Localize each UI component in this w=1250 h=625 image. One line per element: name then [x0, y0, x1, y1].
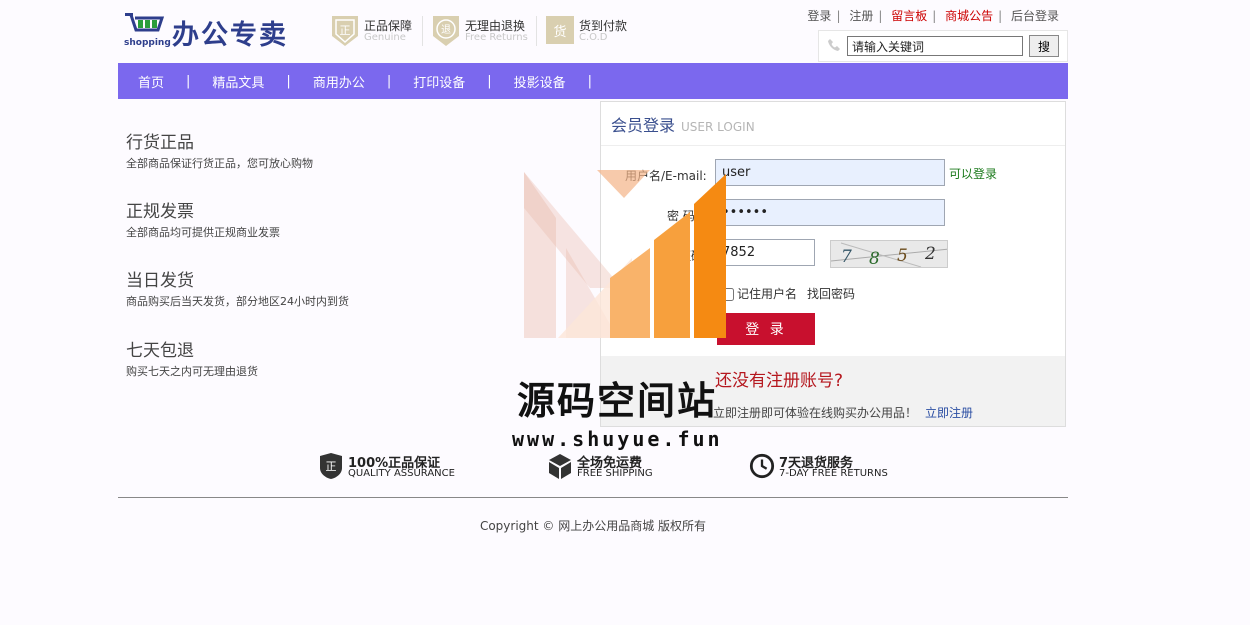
captcha-field[interactable] [715, 239, 815, 266]
svg-text:正: 正 [340, 24, 351, 37]
phone-icon [828, 39, 840, 51]
feature-invoice: 正规发票 全部商品均可提供正规商业发票 [126, 197, 280, 240]
box-icon [549, 454, 571, 479]
site-logo[interactable]: shopping 办公专卖 [122, 10, 302, 51]
service-subtitle: FREE SHIPPING [577, 468, 653, 479]
register-now-link[interactable]: 立即注册 [925, 406, 973, 420]
username-label: 用户名/E-mail: [625, 169, 707, 183]
search-button[interactable]: 搜 [1029, 35, 1059, 57]
separator: | [878, 9, 883, 23]
nav-separator: | [487, 73, 492, 89]
watermark-text: 源码空间站 [517, 379, 718, 423]
feature-returns: 七天包退 购买七天之内可无理由退货 [126, 336, 258, 379]
svg-text:货: 货 [553, 24, 566, 40]
feature-desc: 购买七天之内可无理由退货 [126, 365, 258, 378]
svg-text:正: 正 [326, 460, 337, 473]
svg-text:5: 5 [897, 246, 908, 266]
feature-desc: 全部商品保证行货正品，您可放心购物 [126, 157, 313, 170]
nav-separator: | [186, 73, 191, 89]
register-desc-text: 立即注册即可体验在线购买办公用品！ [713, 406, 918, 420]
feature-title: 行货正品 [126, 133, 194, 153]
login-title-en: USER LOGIN [681, 120, 755, 134]
admin-login-link[interactable]: 后台登录 [1011, 9, 1059, 23]
watermark-url: www.shuyue.fun [512, 427, 723, 451]
message-board-link[interactable]: 留言板 [891, 9, 927, 23]
search-input[interactable] [847, 36, 1023, 56]
remember-label: 记住用户名 [737, 287, 798, 301]
password-field[interactable] [715, 199, 945, 226]
footer-divider [118, 497, 1068, 498]
nav-separator: | [587, 73, 593, 89]
promise-sub: Genuine [364, 32, 406, 43]
page: shopping 办公专卖 正 正品保障 Genuine 退 无理由退换 Fre… [0, 0, 1250, 625]
password-label: 密 码: [667, 209, 699, 223]
feature-genuine: 行货正品 全部商品保证行货正品，您可放心购物 [126, 128, 313, 171]
search-box: 搜 [818, 30, 1068, 62]
captcha-graphic: 7 8 5 2 [831, 242, 947, 268]
feature-desc: 商品购买后当天发货，部分地区24小时内到货 [126, 295, 349, 308]
nav-separator: | [386, 73, 392, 89]
main-nav: 首页 | 精品文具 | 商用办公 | 打印设备 | 投影设备 | [118, 63, 1068, 99]
svg-text:8: 8 [869, 249, 880, 268]
remember-row: 记住用户名 找回密码 [721, 285, 855, 302]
genuine-badge-icon: 正 [332, 16, 358, 46]
login-link[interactable]: 登录 [807, 9, 831, 23]
captcha-image[interactable]: 7 8 5 2 [830, 240, 948, 268]
svg-text:2: 2 [924, 244, 936, 264]
cod-badge-icon: 货 [546, 16, 574, 44]
nav-separator: | [286, 73, 291, 89]
promise-sub: Free Returns [465, 32, 528, 43]
nav-item-printing[interactable]: 打印设备 [413, 72, 465, 91]
feature-same-day: 当日发货 商品购买后当天发货，部分地区24小时内到货 [126, 266, 349, 309]
divider [422, 16, 423, 46]
login-button[interactable]: 登 录 [717, 313, 815, 345]
login-title: 会员登录 [611, 116, 676, 135]
copyright: Copyright © 网上办公用品商城 版权所有 [479, 519, 707, 533]
username-field[interactable] [715, 159, 945, 186]
register-link[interactable]: 注册 [849, 9, 873, 23]
feature-title: 当日发货 [126, 271, 194, 291]
service-subtitle: QUALITY ASSURANCE [348, 468, 455, 479]
logo-subtitle: shopping [124, 38, 171, 48]
login-header: 会员登录 USER LOGIN [601, 102, 1065, 146]
nav-item-home[interactable]: 首页 [138, 72, 164, 91]
nav-item-stationery[interactable]: 精品文具 [212, 72, 264, 91]
top-links: 登录 | 注册 | 留言板 | 商城公告 | 后台登录 [804, 7, 1062, 24]
username-status: 可以登录 [949, 167, 998, 181]
clock-icon [749, 453, 775, 479]
service-subtitle: 7-DAY FREE RETURNS [779, 468, 888, 479]
nav-item-projection[interactable]: 投影设备 [514, 72, 566, 91]
divider [536, 16, 537, 46]
feature-title: 七天包退 [126, 341, 194, 361]
register-desc: 立即注册即可体验在线购买办公用品！ 立即注册 [713, 404, 973, 421]
feature-title: 正规发票 [126, 202, 194, 222]
register-title: 还没有注册账号? [715, 371, 844, 391]
feature-desc: 全部商品均可提供正规商业发票 [126, 226, 280, 239]
separator: | [836, 9, 841, 23]
separator: | [932, 9, 937, 23]
nav-item-office[interactable]: 商用办公 [313, 72, 365, 91]
mall-notice-link[interactable]: 商城公告 [945, 9, 993, 23]
find-password-link[interactable]: 找回密码 [807, 287, 855, 301]
svg-text:7: 7 [841, 247, 852, 267]
svg-text:退: 退 [441, 24, 451, 36]
returns-badge-icon: 退 [433, 16, 459, 46]
remember-checkbox[interactable] [721, 288, 734, 301]
captcha-label: 验证码: [667, 249, 708, 263]
logo-title: 办公专卖 [172, 20, 288, 51]
separator: | [998, 9, 1003, 23]
shield-icon: 正 [320, 453, 342, 479]
promise-sub: C.O.D [579, 32, 608, 43]
